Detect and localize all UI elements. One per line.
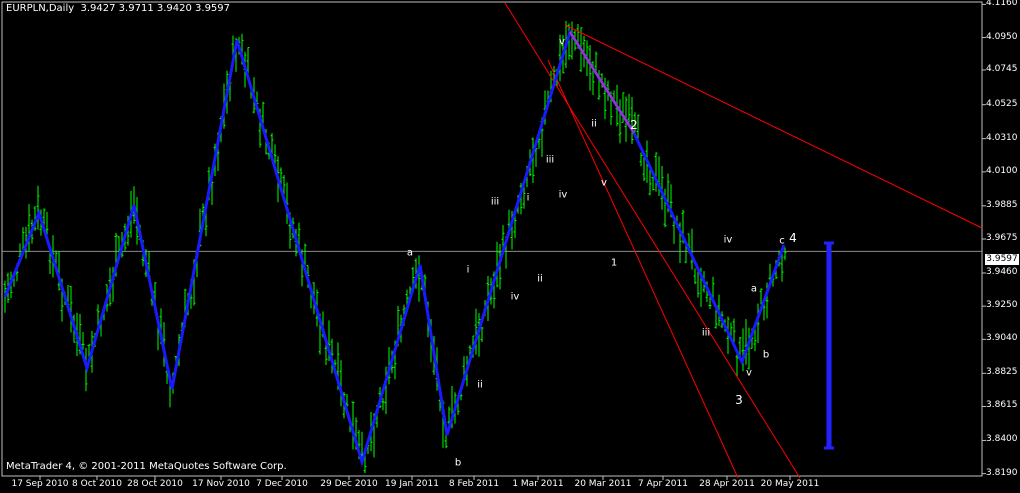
time-tick-label: 20 Mar 2011 <box>574 479 632 489</box>
wave-label: i <box>526 192 530 204</box>
price-tick-label: 3.9250 <box>986 300 1018 311</box>
time-tick-label: 17 Nov 2010 <box>192 479 250 489</box>
chart-window[interactable]: EURPLN,Daily 3.9427 3.9711 3.9420 3.9597… <box>0 0 1020 493</box>
wave-label: ii <box>537 273 543 285</box>
time-tick-label: 28 Apr 2011 <box>699 479 755 489</box>
wave-label: ii <box>477 379 483 391</box>
wave-label: 1 <box>610 257 618 269</box>
wave-label: iii <box>545 154 555 166</box>
time-tick-label: 29 Dec 2010 <box>320 479 378 489</box>
wave-label: b <box>454 457 462 469</box>
wave-segment <box>568 31 636 134</box>
price-tick-label: 3.8615 <box>986 400 1018 411</box>
current-price-badge: 3.9597 <box>985 254 1019 265</box>
price-tick-label: 3.8825 <box>986 367 1018 378</box>
wave-label: iv <box>723 234 733 246</box>
price-tick-label: 4.0100 <box>986 165 1018 176</box>
price-tick-label: 4.0745 <box>986 63 1018 74</box>
zigzag-line <box>3 28 786 468</box>
time-tick-label: 7 Dec 2010 <box>256 479 308 489</box>
price-tick-label: 4.0525 <box>986 98 1018 109</box>
plot-frame <box>1 1 983 477</box>
price-tick-label: 4.0950 <box>986 31 1018 42</box>
wave-label: v <box>746 367 752 379</box>
price-tick-label: 3.9460 <box>986 266 1018 277</box>
chart-header: EURPLN,Daily 3.9427 3.9711 3.9420 3.9597 <box>6 3 230 14</box>
time-tick-label: 28 Oct 2010 <box>127 479 183 489</box>
wave-label: b <box>762 349 770 361</box>
time-tick-label: 20 May 2011 <box>760 479 820 489</box>
symbol-label: EURPLN,Daily <box>6 3 75 14</box>
time-tick-label: 17 Sep 2010 <box>11 479 69 489</box>
time-tick-label: 19 Jan 2011 <box>385 479 439 489</box>
trendline-resistance <box>564 24 983 229</box>
wave-label: ii <box>591 118 597 130</box>
price-tick-label: 3.9040 <box>986 333 1018 344</box>
wave-label: 3 <box>735 393 743 407</box>
wave-label: iii <box>701 327 711 339</box>
copyright-label: MetaTrader 4, © 2001-2011 MetaQuotes Sof… <box>6 461 287 472</box>
time-tick-label: 8 Oct 2010 <box>72 479 122 489</box>
price-tick-label: 3.9675 <box>986 233 1018 243</box>
wave-label: 2 <box>630 118 638 132</box>
ohlc-values: 3.9427 3.9711 3.9420 3.9597 <box>80 3 231 14</box>
wave-label: v <box>559 36 565 48</box>
wave-label: a <box>750 283 758 295</box>
wave-label: iii <box>490 196 500 208</box>
price-tick-label: 3.9885 <box>986 199 1018 210</box>
wave-label: v <box>601 177 607 189</box>
wave-label: 4 <box>789 231 797 245</box>
price-tick-label: 4.0310 <box>986 132 1018 143</box>
price-tick-label: 3.8400 <box>986 434 1018 445</box>
wave-label: c <box>779 235 785 247</box>
wave-label: iv <box>558 189 568 201</box>
price-chart[interactable] <box>0 0 1020 493</box>
wave-label: i <box>466 264 470 276</box>
price-tick-label: 4.1160 <box>986 0 1018 9</box>
time-tick-label: 1 Mar 2011 <box>512 479 564 489</box>
time-tick-label: 7 Apr 2011 <box>638 479 688 489</box>
price-tick-label: 3.8190 <box>986 467 1018 478</box>
trendline-channel-upper <box>504 2 801 479</box>
wave-label: a <box>406 247 414 259</box>
wave-label: iv <box>510 291 520 303</box>
time-tick-label: 8 Feb 2011 <box>448 479 500 489</box>
trendline-channel-lower <box>547 59 739 479</box>
